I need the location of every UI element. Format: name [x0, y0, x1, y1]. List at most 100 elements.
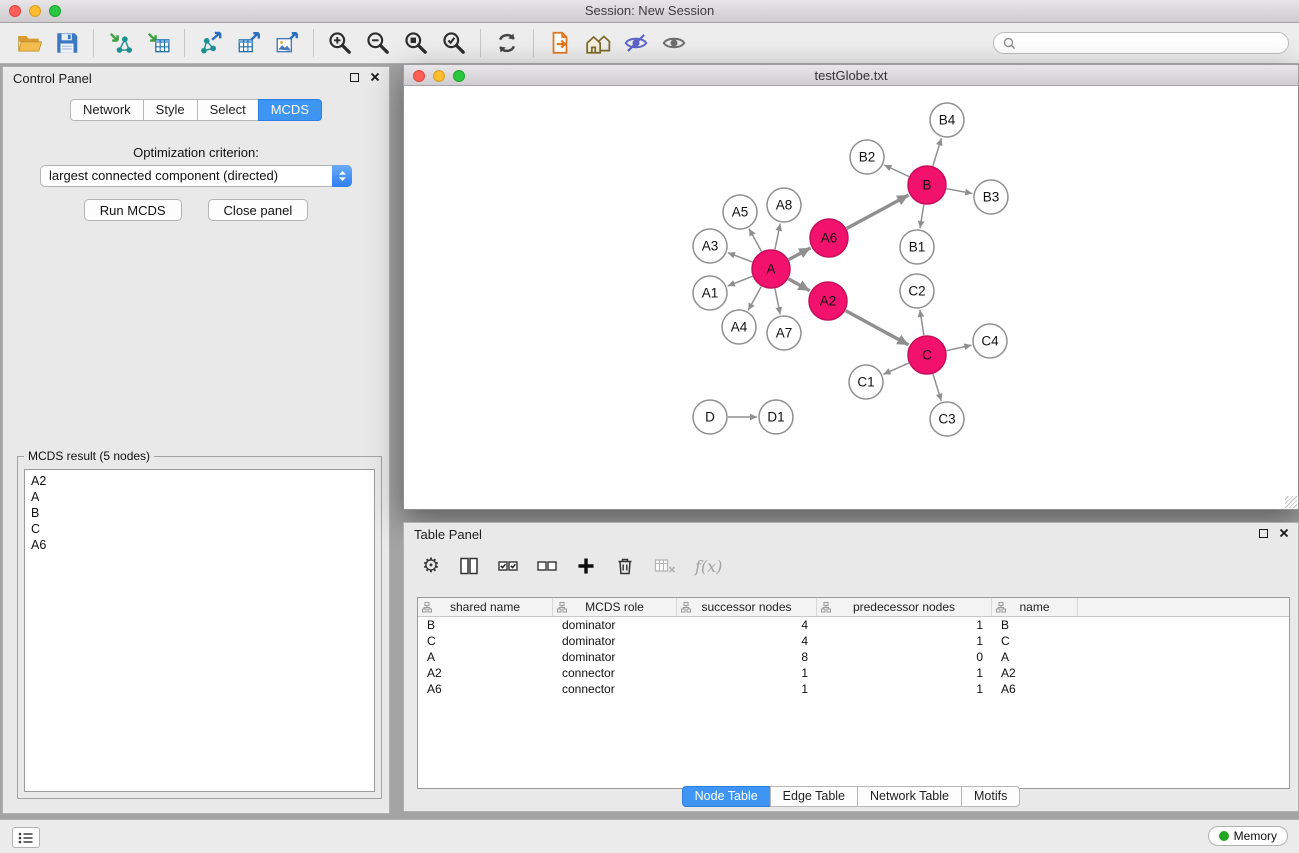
network-edge-A2-C[interactable]: [846, 311, 909, 345]
zoom-in-button[interactable]: [321, 26, 359, 60]
network-node-B[interactable]: B: [908, 166, 946, 204]
apply-layout-button[interactable]: [488, 26, 526, 60]
tab-edge-table[interactable]: Edge Table: [770, 786, 858, 807]
mcds-result-list[interactable]: A2ABCA6: [24, 469, 375, 792]
network-node-A6[interactable]: A6: [810, 219, 848, 257]
tab-motifs[interactable]: Motifs: [961, 786, 1020, 807]
table-row[interactable]: Bdominator41B: [418, 617, 1289, 633]
network-node-B1[interactable]: B1: [900, 230, 934, 264]
zoom-fit-button[interactable]: [397, 26, 435, 60]
network-node-C2[interactable]: C2: [900, 274, 934, 308]
search-field[interactable]: [993, 32, 1289, 54]
deselect-all-rows-icon[interactable]: [537, 556, 557, 576]
network-edge-A6-B[interactable]: [847, 195, 909, 229]
mcds-result-item[interactable]: A6: [31, 537, 368, 553]
network-edge-A-A7[interactable]: [775, 289, 780, 315]
network-close-button[interactable]: [413, 70, 425, 82]
table-settings-icon[interactable]: ⚙: [422, 556, 440, 576]
network-node-A[interactable]: A: [752, 250, 790, 288]
network-edge-A-A8[interactable]: [775, 224, 780, 250]
mcds-result-item[interactable]: C: [31, 521, 368, 537]
network-node-B3[interactable]: B3: [974, 180, 1008, 214]
network-edge-A-A6[interactable]: [789, 248, 811, 260]
close-panel-icon[interactable]: [370, 72, 380, 82]
column-header-successor-nodes[interactable]: successor nodes: [677, 598, 817, 616]
network-edge-A-A2[interactable]: [788, 279, 809, 291]
network-node-A8[interactable]: A8: [767, 188, 801, 222]
tab-node-table[interactable]: Node Table: [682, 786, 771, 807]
zoom-selected-button[interactable]: [435, 26, 473, 60]
export-image-button[interactable]: [268, 26, 306, 60]
zoom-out-button[interactable]: [359, 26, 397, 60]
network-edge-A-A5[interactable]: [749, 229, 761, 252]
network-node-A2[interactable]: A2: [809, 282, 847, 320]
network-edge-B-B2[interactable]: [884, 165, 909, 177]
column-header-MCDS-role[interactable]: MCDS role: [553, 598, 677, 616]
tab-mcds[interactable]: MCDS: [258, 99, 322, 121]
network-edge-B-B1[interactable]: [920, 205, 924, 229]
column-header-shared-name[interactable]: shared name: [418, 598, 553, 616]
table-row[interactable]: Adominator80A: [418, 649, 1289, 665]
network-edge-C-C2[interactable]: [920, 310, 924, 335]
open-session-button[interactable]: [10, 26, 48, 60]
hide-graphics-details-button[interactable]: [617, 26, 655, 60]
network-node-D[interactable]: D: [693, 400, 727, 434]
network-edge-C-C3[interactable]: [933, 374, 941, 401]
save-session-button[interactable]: [48, 26, 86, 60]
table-row[interactable]: A6connector11A6: [418, 681, 1289, 697]
network-node-A5[interactable]: A5: [723, 195, 757, 229]
network-node-C4[interactable]: C4: [973, 324, 1007, 358]
delete-column-icon[interactable]: [615, 556, 635, 576]
zoom-window-button[interactable]: [49, 5, 61, 17]
export-network-button[interactable]: [192, 26, 230, 60]
close-window-button[interactable]: [9, 5, 21, 17]
float-panel-icon[interactable]: [350, 73, 359, 82]
network-node-A3[interactable]: A3: [693, 229, 727, 263]
network-node-C1[interactable]: C1: [849, 365, 883, 399]
network-edge-B-B3[interactable]: [947, 189, 973, 194]
optimization-criterion-select[interactable]: largest connected component (directed): [40, 165, 352, 187]
close-panel-button[interactable]: Close panel: [208, 199, 309, 221]
tab-style[interactable]: Style: [143, 99, 198, 121]
select-all-rows-icon[interactable]: [498, 556, 518, 576]
network-edge-C-C4[interactable]: [947, 345, 972, 351]
panel-chooser-button[interactable]: [12, 827, 40, 848]
network-node-C[interactable]: C: [908, 336, 946, 374]
table-row[interactable]: A2connector11A2: [418, 665, 1289, 681]
tab-select[interactable]: Select: [197, 99, 259, 121]
document-arrow-button[interactable]: [541, 26, 579, 60]
tab-network[interactable]: Network: [70, 99, 144, 121]
table-row[interactable]: Cdominator41C: [418, 633, 1289, 649]
network-minimize-button[interactable]: [433, 70, 445, 82]
memory-button[interactable]: Memory: [1208, 826, 1288, 846]
mcds-result-item[interactable]: A2: [31, 473, 368, 489]
search-input[interactable]: [1022, 35, 1279, 51]
network-edge-B-B4[interactable]: [933, 138, 942, 166]
network-edge-A-A1[interactable]: [728, 276, 753, 286]
export-table-button[interactable]: [230, 26, 268, 60]
network-edge-A-A3[interactable]: [728, 253, 753, 262]
network-node-B4[interactable]: B4: [930, 103, 964, 137]
network-node-A4[interactable]: A4: [722, 310, 756, 344]
network-zoom-button[interactable]: [453, 70, 465, 82]
minimize-window-button[interactable]: [29, 5, 41, 17]
column-visibility-icon[interactable]: [459, 556, 479, 576]
tab-network-table[interactable]: Network Table: [857, 786, 962, 807]
import-table-button[interactable]: [139, 26, 177, 60]
float-table-panel-icon[interactable]: [1259, 529, 1268, 538]
run-mcds-button[interactable]: Run MCDS: [84, 199, 182, 221]
network-canvas[interactable]: B4B2BB3A5A8A6A3B1AC2A1A2A4A7C4CC1C3DD1: [403, 86, 1299, 510]
column-header-name[interactable]: name: [992, 598, 1078, 616]
show-graphics-details-button[interactable]: [655, 26, 693, 60]
network-node-A1[interactable]: A1: [693, 276, 727, 310]
network-edge-C-C1[interactable]: [883, 363, 908, 374]
column-header-predecessor-nodes[interactable]: predecessor nodes: [817, 598, 992, 616]
mcds-result-item[interactable]: B: [31, 505, 368, 521]
resize-corner[interactable]: [1285, 496, 1297, 508]
network-edge-A-A4[interactable]: [748, 287, 761, 311]
mcds-result-item[interactable]: A: [31, 489, 368, 505]
network-node-D1[interactable]: D1: [759, 400, 793, 434]
network-window-titlebar[interactable]: testGlobe.txt: [403, 64, 1299, 86]
network-canvas-svg[interactable]: B4B2BB3A5A8A6A3B1AC2A1A2A4A7C4CC1C3DD1: [404, 86, 1298, 509]
network-node-A7[interactable]: A7: [767, 316, 801, 350]
